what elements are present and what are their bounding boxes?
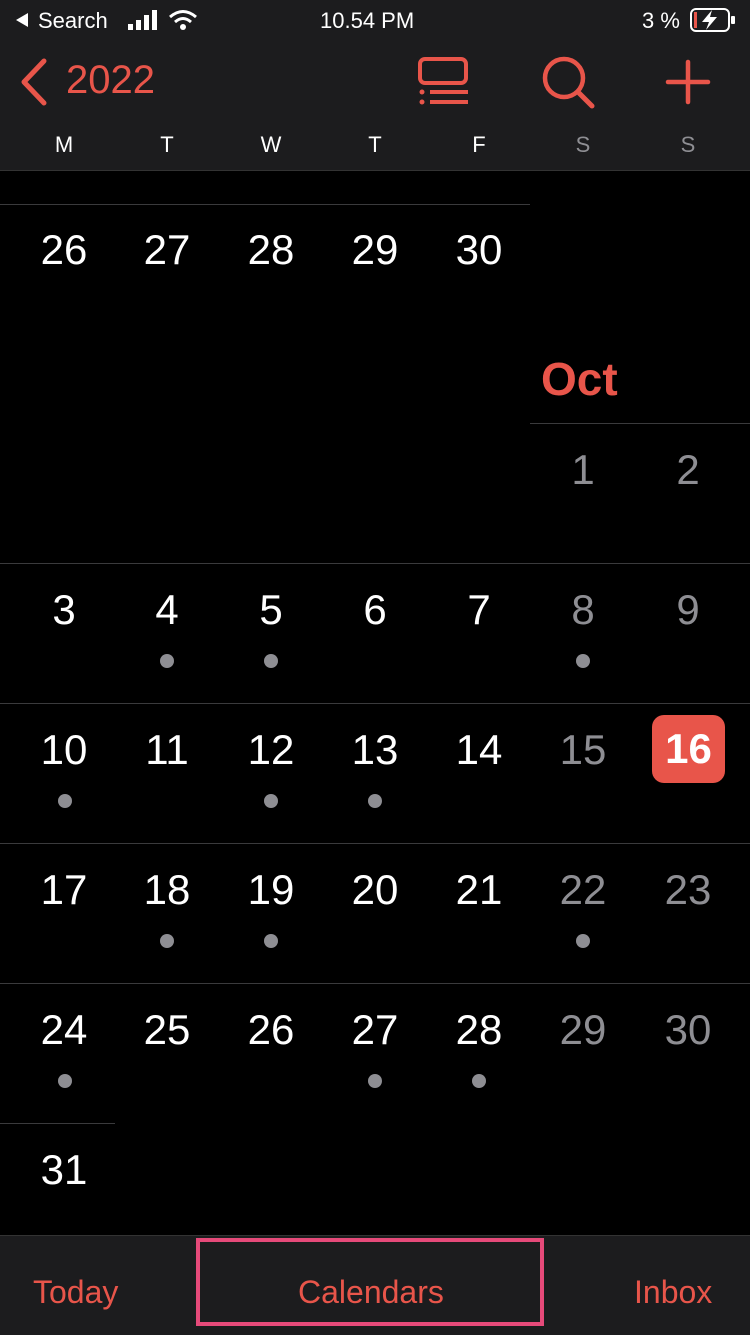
day-cell[interactable]: 26 <box>12 226 116 274</box>
weekday-fri: F <box>472 132 486 157</box>
day-cell[interactable]: 4 <box>115 586 219 634</box>
event-dot <box>264 934 278 948</box>
day-cell[interactable]: 1 <box>531 446 635 494</box>
day-cell[interactable]: 18 <box>115 866 219 914</box>
day-cell[interactable]: 8 <box>531 586 635 634</box>
day-cell[interactable]: 30 <box>427 226 531 274</box>
event-dot <box>472 1074 486 1088</box>
status-time: 10.54 PM <box>320 8 415 33</box>
wifi-icon <box>169 10 197 30</box>
separator <box>0 204 530 205</box>
weekday-wed: W <box>260 132 282 157</box>
day-cell[interactable]: 28 <box>219 226 323 274</box>
inbox-tab[interactable]: Inbox <box>634 1274 712 1311</box>
separator <box>0 983 750 984</box>
day-cell[interactable]: 28 <box>427 1006 531 1054</box>
day-cell[interactable]: 22 <box>531 866 635 914</box>
day-cell[interactable]: 25 <box>115 1006 219 1054</box>
day-cell[interactable]: 27 <box>115 226 219 274</box>
back-to-search[interactable]: Search <box>38 8 108 34</box>
weekday-sun: S <box>680 132 696 157</box>
day-cell[interactable]: 26 <box>219 1006 323 1054</box>
day-cell[interactable]: 27 <box>323 1006 427 1054</box>
weekday-sat: S <box>575 132 591 157</box>
event-dot <box>264 794 278 808</box>
day-cell[interactable]: 11 <box>115 726 219 774</box>
today-badge[interactable]: 16 <box>652 715 725 783</box>
status-bar: Search 10.54 PM 3 % <box>0 0 750 40</box>
list-view-icon[interactable] <box>416 56 470 108</box>
day-cell[interactable]: 10 <box>12 726 116 774</box>
day-cell[interactable]: 6 <box>323 586 427 634</box>
event-dot <box>576 654 590 668</box>
event-dot <box>58 794 72 808</box>
event-dot <box>368 794 382 808</box>
separator <box>0 1123 115 1124</box>
day-cell[interactable]: 12 <box>219 726 323 774</box>
chevron-left-icon[interactable] <box>18 58 48 106</box>
search-icon[interactable] <box>540 54 596 110</box>
event-dot <box>160 654 174 668</box>
day-cell[interactable]: 23 <box>636 866 740 914</box>
signal-icon <box>128 10 157 30</box>
day-cell[interactable]: 20 <box>323 866 427 914</box>
separator <box>530 423 750 424</box>
today-tab[interactable]: Today <box>33 1274 118 1311</box>
day-cell[interactable]: 17 <box>12 866 116 914</box>
day-cell[interactable]: 15 <box>531 726 635 774</box>
day-cell[interactable]: 19 <box>219 866 323 914</box>
weekday-thu: T <box>368 132 382 157</box>
back-to-year-button[interactable]: 2022 <box>66 58 155 103</box>
month-label: Oct <box>541 353 618 405</box>
separator <box>0 843 750 844</box>
back-triangle-icon[interactable] <box>14 12 30 28</box>
day-cell[interactable]: 5 <box>219 586 323 634</box>
battery-charging-icon <box>690 8 735 32</box>
event-dot <box>160 934 174 948</box>
weekday-tue: T <box>160 132 174 157</box>
day-cell[interactable]: 29 <box>323 226 427 274</box>
battery-percent: 3 % <box>642 8 680 33</box>
calendars-highlight-box <box>196 1238 544 1326</box>
day-cell[interactable]: 30 <box>636 1006 740 1054</box>
day-cell[interactable]: 14 <box>427 726 531 774</box>
day-cell[interactable]: 2 <box>636 446 740 494</box>
separator <box>0 703 750 704</box>
day-cell[interactable]: 7 <box>427 586 531 634</box>
day-cell[interactable]: 24 <box>12 1006 116 1054</box>
separator <box>0 563 750 564</box>
event-dot <box>368 1074 382 1088</box>
day-cell[interactable]: 9 <box>636 586 740 634</box>
day-cell[interactable]: 3 <box>12 586 116 634</box>
plus-icon[interactable] <box>664 58 712 106</box>
weekday-mon: M <box>54 132 74 157</box>
day-cell[interactable]: 21 <box>427 866 531 914</box>
day-cell[interactable]: 31 <box>12 1146 116 1194</box>
calendar-header: 2022 M T W T F S S <box>0 40 750 171</box>
day-cell[interactable]: 13 <box>323 726 427 774</box>
event-dot <box>264 654 278 668</box>
event-dot <box>576 934 590 948</box>
day-cell[interactable]: 29 <box>531 1006 635 1054</box>
event-dot <box>58 1074 72 1088</box>
